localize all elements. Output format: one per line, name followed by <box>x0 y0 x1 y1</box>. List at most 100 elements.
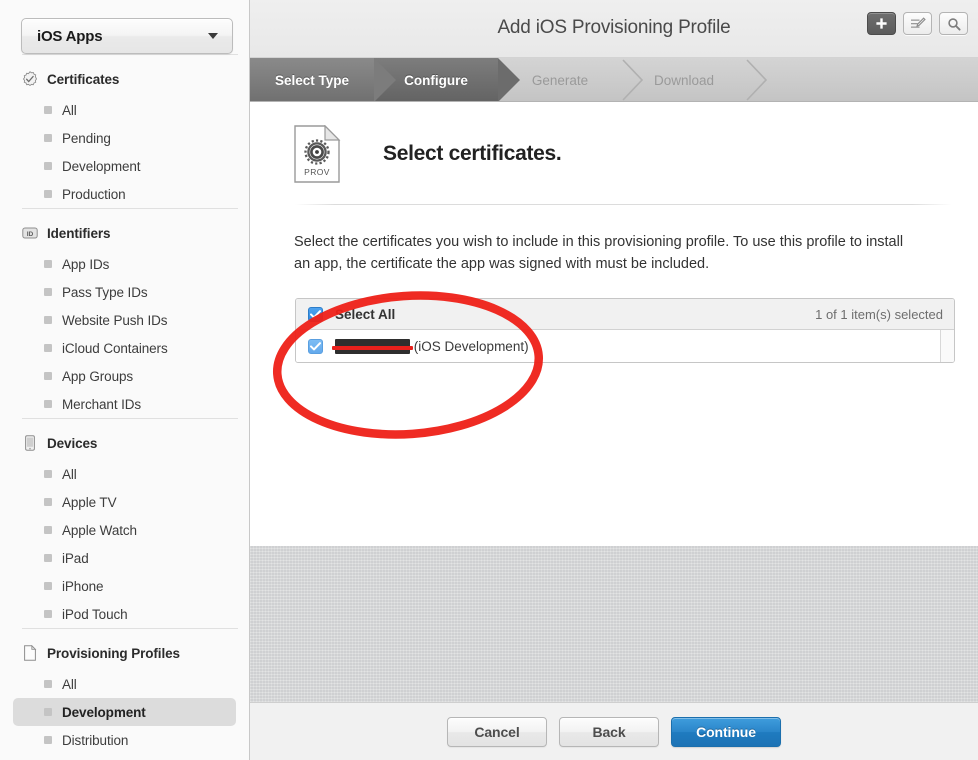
sidebar-item-app-groups[interactable]: App Groups <box>13 362 236 390</box>
sidebar-item-label: All <box>62 102 77 118</box>
footer-bar: Cancel Back Continue <box>250 702 978 760</box>
header-toolbar <box>867 12 968 35</box>
row-checkbox[interactable] <box>308 338 323 354</box>
bullet-icon <box>44 344 52 352</box>
add-button[interactable] <box>867 12 896 35</box>
bullet-icon <box>44 736 52 744</box>
bullet-icon <box>44 400 52 408</box>
sidebar-item-label: App Groups <box>62 368 134 384</box>
certificates-table: Select All 1 of 1 item(s) selected REDAC… <box>295 298 955 363</box>
search-icon <box>947 17 961 31</box>
chevron-down-icon <box>208 33 218 39</box>
sidebar-item-website-push-ids[interactable]: Website Push IDs <box>13 306 236 334</box>
step-chevron-filled-icon <box>374 58 396 101</box>
sidebar-item-iphone[interactable]: iPhone <box>13 572 236 600</box>
header-bar: Add iOS Provisioning Profile <box>250 0 978 58</box>
provisioning-profile-icon: PROV <box>294 125 341 183</box>
sidebar-item-apple-tv[interactable]: Apple TV <box>13 488 236 516</box>
sidebar-item-merchant-ids[interactable]: Merchant IDs <box>13 390 236 418</box>
wizard-steps: Select Type Configure Generate Download <box>250 58 978 102</box>
step-chevron-icon <box>746 59 768 101</box>
sidebar-section-label: Provisioning Profiles <box>47 645 180 661</box>
cancel-button[interactable]: Cancel <box>447 716 547 747</box>
section-heading: Select certificates. <box>383 142 562 165</box>
bullet-icon <box>44 288 52 296</box>
plus-icon <box>876 18 887 29</box>
select-all-checkbox[interactable] <box>308 306 323 322</box>
sidebar-item-ipod-touch[interactable]: iPod Touch <box>13 600 236 628</box>
bullet-icon <box>44 470 52 478</box>
svg-text:PROV: PROV <box>304 167 330 177</box>
sidebar-item-development[interactable]: Development <box>13 698 236 726</box>
sidebar-section-label: Certificates <box>47 71 120 87</box>
wizard-step-select-type[interactable]: Select Type <box>250 58 396 101</box>
selection-count: 1 of 1 item(s) selected <box>815 306 943 322</box>
sidebar-item-label: App IDs <box>62 256 110 272</box>
sidebar-item-label: Development <box>62 704 146 720</box>
sidebar-item-label: iPod Touch <box>62 606 128 622</box>
table-body: REDACTED (iOS Development) <box>296 330 954 362</box>
check-icon <box>310 309 321 318</box>
table-row[interactable]: REDACTED (iOS Development) <box>296 330 954 362</box>
sidebar-item-production[interactable]: Production <box>13 180 236 208</box>
sidebar-section-identifiers: ID Identifiers App IDs Pass Type IDs Website… <box>0 208 249 418</box>
sidebar: iOS Apps Certificates All Pending Developme… <box>0 0 250 760</box>
app-root: iOS Apps Certificates All Pending Developme… <box>0 0 978 760</box>
section-divider <box>22 418 238 419</box>
continue-button[interactable]: Continue <box>671 716 781 747</box>
sidebar-item-label: iPad <box>62 550 89 566</box>
sidebar-section-devices: Devices All Apple TV Apple Watch iPad iPhone i… <box>0 418 249 628</box>
sidebar-item-label: All <box>62 676 77 692</box>
sidebar-item-ipad[interactable]: iPad <box>13 544 236 572</box>
back-button[interactable]: Back <box>559 716 659 747</box>
certificate-seal-icon <box>22 71 38 87</box>
sidebar-item-distribution[interactable]: Distribution <box>13 726 236 754</box>
bullet-icon <box>44 498 52 506</box>
sidebar-item-pending[interactable]: Pending <box>13 124 236 152</box>
section-divider <box>22 628 238 629</box>
team-selector-value: iOS Apps <box>37 27 103 45</box>
sidebar-item-development[interactable]: Development <box>13 152 236 180</box>
search-button[interactable] <box>939 12 968 35</box>
bullet-icon <box>44 610 52 618</box>
svg-text:ID: ID <box>27 231 34 238</box>
sidebar-item-all[interactable]: All <box>13 460 236 488</box>
team-selector[interactable]: iOS Apps <box>21 18 233 54</box>
id-badge-icon: ID <box>22 227 38 239</box>
sidebar-section-header[interactable]: Provisioning Profiles <box>0 638 249 668</box>
sidebar-item-label: iPhone <box>62 578 104 594</box>
sidebar-section-certificates: Certificates All Pending Development Product… <box>0 54 249 208</box>
sidebar-item-label: Apple Watch <box>62 522 137 538</box>
bullet-icon <box>44 162 52 170</box>
sidebar-item-all[interactable]: All <box>13 670 236 698</box>
main-panel: Add iOS Provisioning Profile Select Type… <box>250 0 978 760</box>
bullet-icon <box>44 106 52 114</box>
sidebar-item-label: Pass Type IDs <box>62 284 148 300</box>
sidebar-section-header[interactable]: Devices <box>0 428 249 458</box>
bullet-icon <box>44 554 52 562</box>
device-phone-icon <box>25 435 35 451</box>
sidebar-section-label: Identifiers <box>47 225 111 241</box>
sidebar-item-all[interactable]: All <box>13 96 236 124</box>
sidebar-section-label: Devices <box>47 435 98 451</box>
sidebar-item-label: Development <box>62 158 141 174</box>
bullet-icon <box>44 708 52 716</box>
sidebar-item-app-ids[interactable]: App IDs <box>13 250 236 278</box>
sidebar-item-label: iCloud Containers <box>62 340 168 356</box>
wizard-step-label: Generate <box>531 72 589 88</box>
sidebar-section-header[interactable]: ID Identifiers <box>0 218 249 248</box>
sidebar-item-pass-type-ids[interactable]: Pass Type IDs <box>13 278 236 306</box>
content-header: PROV Select certificates. <box>250 102 978 183</box>
bullet-icon <box>44 680 52 688</box>
sidebar-item-label: Website Push IDs <box>62 312 168 328</box>
certificate-type: (iOS Development) <box>413 338 529 354</box>
edit-button[interactable] <box>903 12 932 35</box>
bullet-icon <box>44 190 52 198</box>
sidebar-item-apple-watch[interactable]: Apple Watch <box>13 516 236 544</box>
bullet-icon <box>44 260 52 268</box>
sidebar-item-icloud-containers[interactable]: iCloud Containers <box>13 334 236 362</box>
sidebar-item-label: All <box>62 466 77 482</box>
sidebar-section-header[interactable]: Certificates <box>0 64 249 94</box>
redaction-strike <box>332 345 414 350</box>
wizard-step-label: Download <box>653 72 715 88</box>
